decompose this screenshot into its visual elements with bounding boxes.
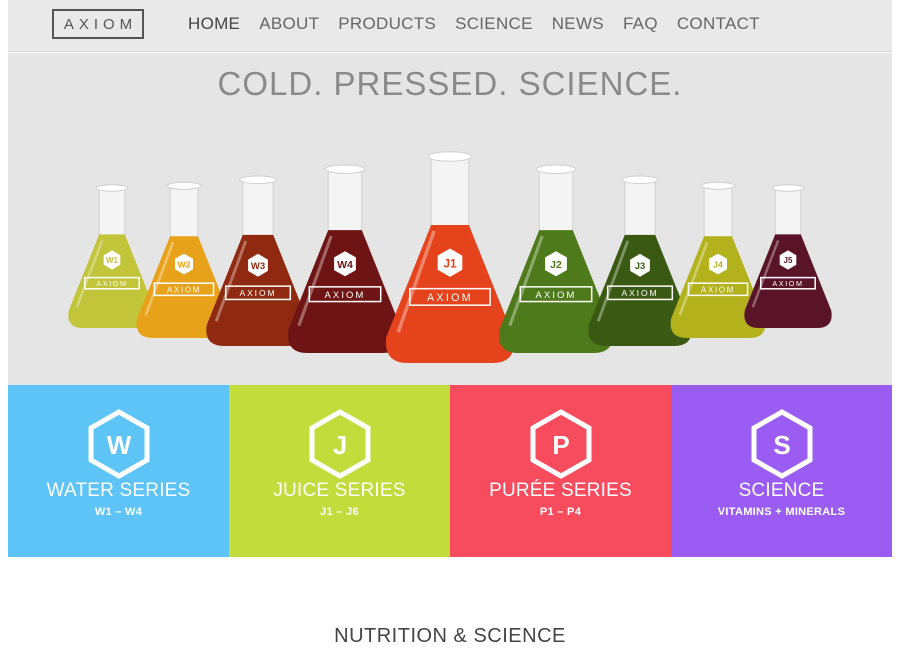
flask-brand-label: AXIOM [701, 285, 735, 294]
flask-code-label: J4 [713, 260, 723, 270]
flask-code-label: W1 [106, 256, 119, 265]
flask-code-label: W2 [177, 260, 190, 270]
svg-text:W: W [107, 430, 132, 460]
flask-code-label: J3 [635, 261, 646, 272]
section-title: NUTRITION & SCIENCE [334, 625, 566, 647]
hexagon-s-icon: S [751, 409, 813, 479]
nav-news[interactable]: NEWS [552, 14, 604, 34]
tile-title: WATER SERIES [46, 480, 191, 501]
flask-brand-label: AXIOM [772, 279, 803, 288]
tile-subtitle: VITAMINS + MINERALS [717, 506, 846, 518]
svg-text:J: J [333, 430, 347, 460]
nav-contact[interactable]: CONTACT [677, 14, 760, 34]
nav-home[interactable]: HOME [188, 14, 240, 34]
tile-subtitle: P1 – P4 [539, 506, 582, 518]
hexagon-j-icon: J [309, 409, 371, 479]
flask-brand-label: AXIOM [96, 279, 127, 288]
flask-brand-label: AXIOM [167, 285, 201, 294]
tile-science[interactable]: S SCIENCE VITAMINS + MINERALS [671, 385, 892, 557]
site-header: AXIOM HOME ABOUT PRODUCTS SCIENCE NEWS F… [8, 0, 892, 52]
svg-text:P: P [552, 430, 569, 460]
nav-about[interactable]: ABOUT [259, 14, 319, 34]
axiom-logo[interactable]: AXIOM [52, 9, 144, 39]
tile-title: SCIENCE [738, 480, 825, 501]
nav-science[interactable]: SCIENCE [455, 14, 533, 34]
flask-brand-label: AXIOM [239, 288, 276, 298]
hexagon-p-icon: P [530, 409, 592, 479]
juice-flask-w4: W4 AXIOM [287, 164, 403, 353]
flask-brand-label: AXIOM [427, 292, 473, 304]
tile-title: JUICE SERIES [273, 480, 406, 501]
main-nav: HOME ABOUT PRODUCTS SCIENCE NEWS FAQ CON… [188, 14, 779, 34]
flask-code-label: J5 [784, 256, 793, 265]
flask-brand-label: AXIOM [621, 288, 658, 298]
flask-code-label: W4 [337, 259, 353, 271]
flask-code-label: J2 [550, 259, 562, 271]
tile-subtitle: W1 – W4 [94, 506, 143, 518]
hexagon-w-icon: W [88, 409, 150, 479]
flask-code-label: W3 [251, 261, 265, 272]
hero-banner: COLD. PRESSED. SCIENCE. W1 AXIOM W2 AXIOM W3… [8, 53, 892, 385]
tile-puree-series[interactable]: P PURÉE SERIES P1 – P4 [450, 385, 671, 557]
nav-faq[interactable]: FAQ [623, 14, 658, 34]
juice-flask-j5: J5 AXIOM [744, 184, 832, 328]
juice-flask-j1: J1 AXIOM [385, 151, 515, 363]
flask-lineup-image: W1 AXIOM W2 AXIOM W3 AXIOM W4 AXIOM J1 AXIOM J2 AXI… [68, 151, 832, 363]
tile-juice-series[interactable]: J JUICE SERIES J1 – J6 [229, 385, 450, 557]
tile-water-series[interactable]: W WATER SERIES W1 – W4 [8, 385, 229, 557]
tile-subtitle: J1 – J6 [320, 506, 359, 518]
flask-code-label: J1 [443, 256, 457, 270]
nav-products[interactable]: PRODUCTS [338, 14, 436, 34]
flask-brand-label: AXIOM [536, 290, 577, 301]
svg-text:S: S [773, 430, 790, 460]
tile-title: PURÉE SERIES [489, 480, 632, 501]
product-series-tiles: W WATER SERIES W1 – W4 J JUICE SERIES J1… [8, 385, 892, 557]
page: AXIOM HOME ABOUT PRODUCTS SCIENCE NEWS F… [8, 0, 892, 650]
flask-brand-label: AXIOM [325, 290, 366, 301]
